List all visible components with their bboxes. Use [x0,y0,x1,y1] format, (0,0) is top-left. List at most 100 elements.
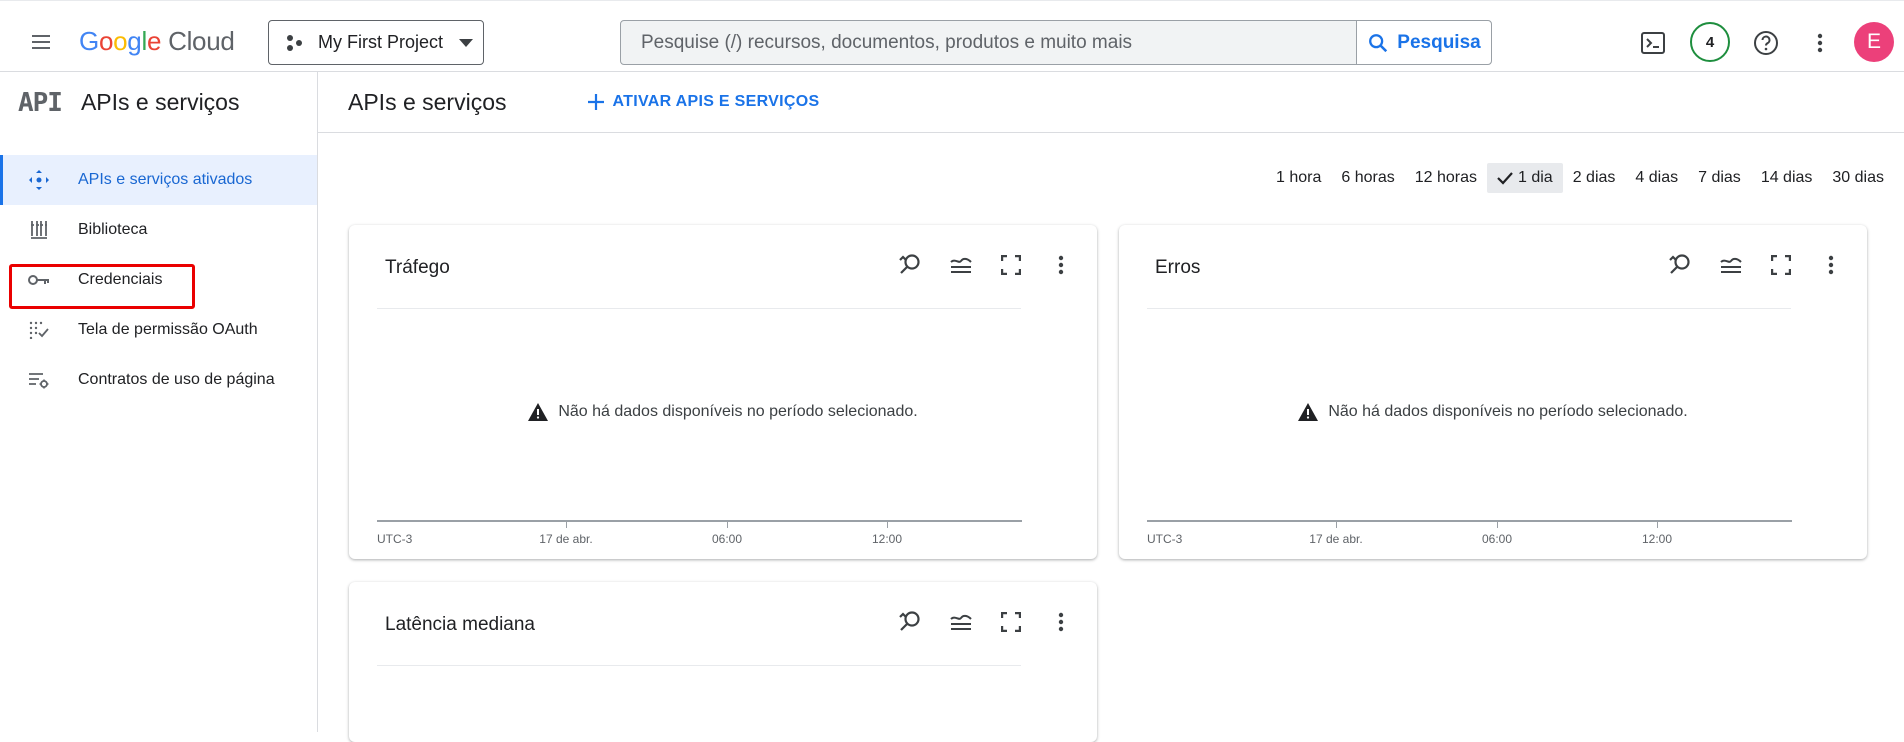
card-toolbar [1665,249,1847,281]
top-bar: Google Cloud My First Project Pesquisa 4… [0,0,1904,72]
sidebar-item-label: Tela de permissão OAuth [78,321,258,338]
search-bar: Pesquisa [620,20,1492,65]
sidebar-item-oauth[interactable]: Tela de permissão OAuth [0,305,317,355]
x-tick [727,522,728,528]
latency-card: Latência mediana [349,582,1097,742]
legend-icon [1720,257,1742,273]
time-option[interactable]: 30 dias [1822,163,1894,193]
x-tick [1336,522,1337,528]
card-more-button[interactable] [1815,249,1847,281]
reset-zoom-button[interactable] [895,606,927,638]
card-title: Latência mediana [385,614,535,635]
library-icon [0,220,78,240]
time-range-selector: 1 hora 6 horas 12 horas 1 dia 2 dias 4 d… [1266,163,1894,193]
sidebar-item-library[interactable]: Biblioteca [0,205,317,255]
x-tick [887,522,888,528]
no-data-text: Não há dados disponíveis no período sele… [558,403,918,420]
help-button[interactable] [1746,23,1786,63]
sidebar-item-label: Credenciais [78,271,163,288]
zoom-reset-icon [899,611,920,631]
sidebar-item-credentials[interactable]: Credenciais [0,255,317,305]
time-option[interactable]: 2 dias [1563,163,1626,193]
warning-icon [1298,403,1319,421]
x-tick-label: 12:00 [1641,532,1673,546]
search-input[interactable] [621,21,1356,64]
x-tick [566,522,567,528]
more-vert-icon [1828,255,1834,275]
time-option[interactable]: 6 horas [1331,163,1404,193]
zoom-reset-icon [899,254,920,274]
card-title: Tráfego [385,257,450,278]
x-tick-label: 17 de abr. [1309,532,1363,546]
no-data-text: Não há dados disponíveis no período sele… [1328,403,1688,420]
sidebar-nav: APIs e serviços ativados Biblioteca Cred… [0,155,317,405]
search-icon [1369,33,1388,52]
notifications-badge[interactable]: 4 [1690,22,1730,62]
sidebar-item-enabled-apis[interactable]: APIs e serviços ativados [0,155,317,205]
time-option-selected[interactable]: 1 dia [1487,163,1563,193]
time-option[interactable]: 1 hora [1266,163,1331,193]
sidebar-item-label: Biblioteca [78,221,148,238]
card-more-button[interactable] [1045,249,1077,281]
enable-apis-label: ATIVAR APIS E SERVIÇOS [612,93,820,110]
card-divider [377,665,1021,666]
fullscreen-button[interactable] [995,249,1027,281]
more-vert-icon [1817,33,1823,53]
cloud-shell-button[interactable] [1633,23,1673,63]
sidebar-item-label: APIs e serviços ativados [78,171,253,188]
x-tick [1657,522,1658,528]
fullscreen-button[interactable] [995,606,1027,638]
card-divider [377,308,1021,309]
no-data-message: Não há dados disponíveis no período sele… [1119,403,1867,421]
x-tick-label: 06:00 [1481,532,1513,546]
time-option[interactable]: 12 horas [1405,163,1487,193]
more-options-button[interactable] [1800,23,1840,63]
time-option[interactable]: 4 dias [1625,163,1688,193]
sidebar-header: API APIs e serviços [0,72,317,133]
reset-zoom-button[interactable] [895,249,927,281]
enable-apis-button[interactable]: ATIVAR APIS E SERVIÇOS [587,93,820,111]
sidebar: API APIs e serviços APIs e serviços ativ… [0,72,318,732]
time-option[interactable]: 7 dias [1688,163,1751,193]
sidebar-item-page-usage[interactable]: Contratos de uso de página [0,355,317,405]
google-cloud-logo[interactable]: Google Cloud [79,26,235,57]
main-content: APIs e serviços ATIVAR APIS E SERVIÇOS 1… [318,72,1904,742]
reset-zoom-button[interactable] [1665,249,1697,281]
settings-list-icon [0,371,78,389]
sidebar-title: APIs e serviços [80,89,240,115]
legend-toggle-button[interactable] [945,606,977,638]
project-picker-button[interactable]: My First Project [268,20,484,65]
time-option[interactable]: 14 dias [1751,163,1823,193]
traffic-card: Tráfego Não há dados disponíveis no perí… [349,225,1097,559]
search-button-label: Pesquisa [1397,31,1481,53]
legend-toggle-button[interactable] [945,249,977,281]
fullscreen-button[interactable] [1765,249,1797,281]
plus-icon [587,94,604,110]
main-header: APIs e serviços ATIVAR APIS E SERVIÇOS [318,72,1904,133]
x-tick-label: UTC-3 [1147,532,1183,546]
fullscreen-icon [1001,255,1021,275]
x-tick [1497,522,1498,528]
legend-toggle-button[interactable] [1715,249,1747,281]
card-title: Erros [1155,257,1201,278]
warning-icon [528,403,549,421]
account-avatar[interactable]: E [1854,22,1894,62]
main-menu-button[interactable] [20,21,62,63]
key-icon [0,273,78,287]
oauth-dots-icon [0,321,78,339]
card-toolbar [895,249,1077,281]
card-divider [1147,308,1791,309]
fullscreen-icon [1771,255,1791,275]
x-tick-label: 17 de abr. [539,532,593,546]
caret-down-icon [459,38,474,47]
legend-icon [950,614,972,630]
diamond-arrows-icon [0,169,78,191]
time-option-label: 1 dia [1518,169,1553,186]
legend-icon [950,257,972,273]
sidebar-item-label: Contratos de uso de página [78,371,275,388]
x-tick-label: UTC-3 [377,532,413,546]
zoom-reset-icon [1669,254,1690,274]
card-more-button[interactable] [1045,606,1077,638]
search-button[interactable]: Pesquisa [1356,21,1491,64]
logo-cloud: Cloud [168,26,235,56]
